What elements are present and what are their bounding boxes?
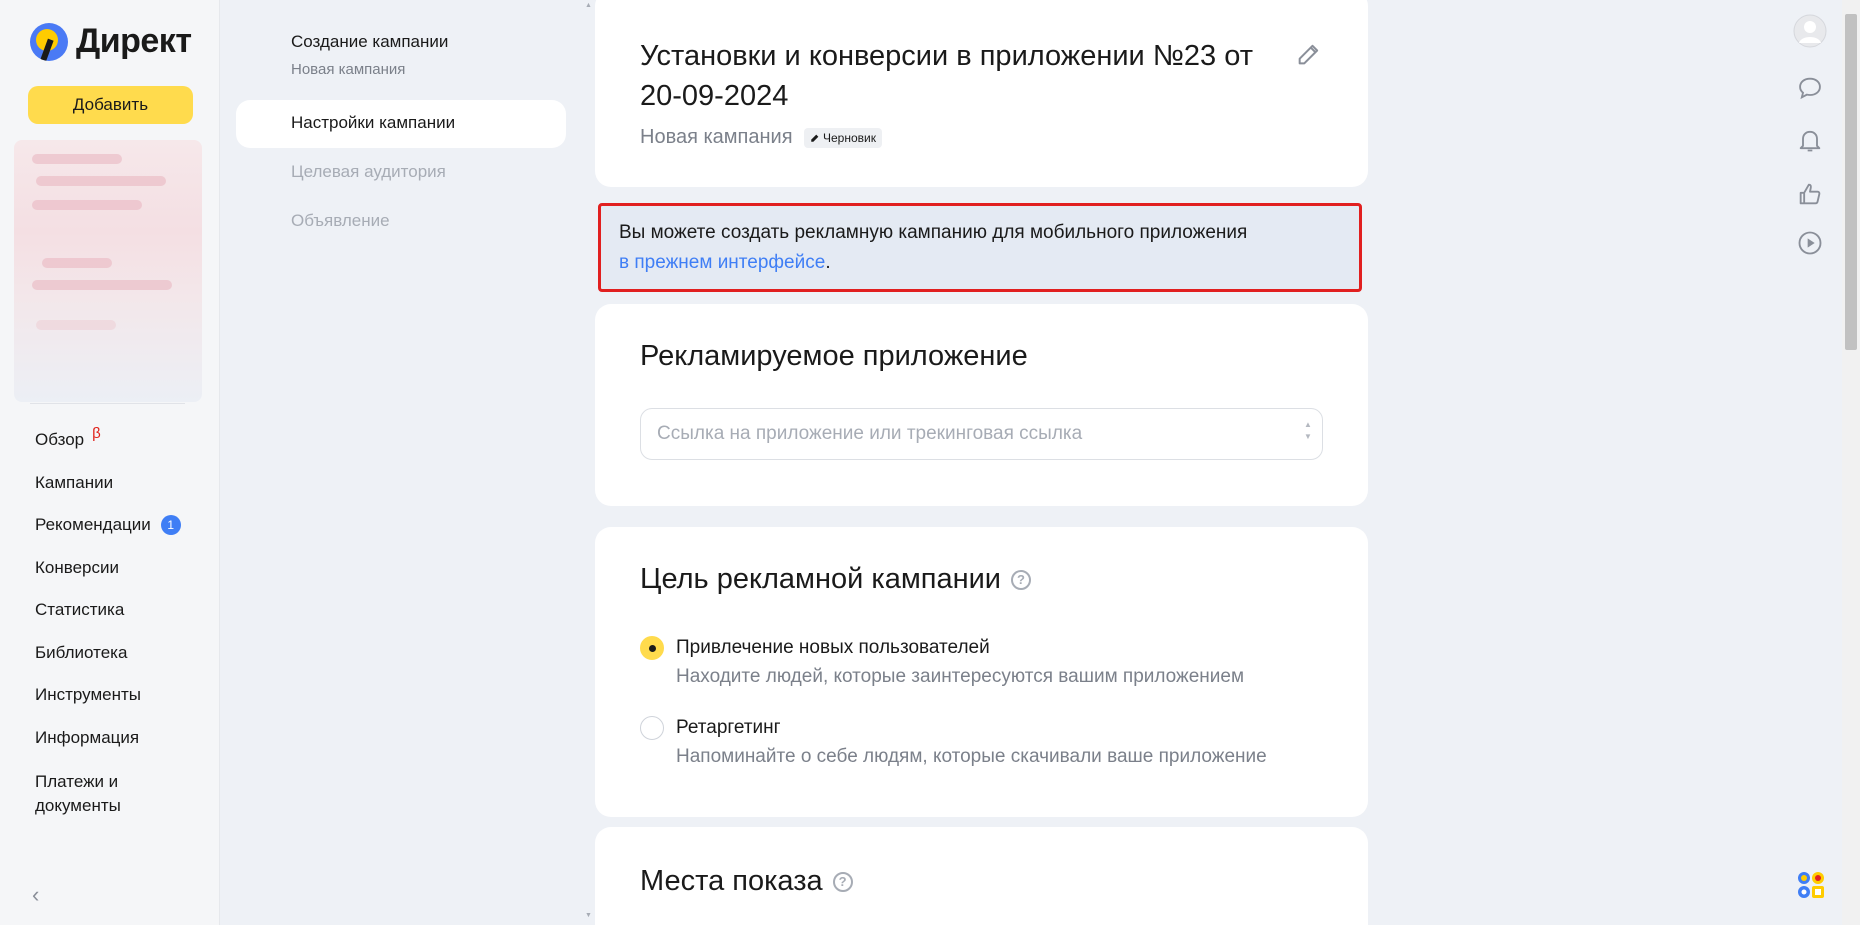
nav-item-label: Рекомендации bbox=[35, 515, 151, 534]
pencil-icon[interactable] bbox=[1295, 40, 1323, 68]
blurred-account-area bbox=[14, 140, 202, 402]
nav-item-overview[interactable]: Обзор β bbox=[35, 425, 181, 471]
places-section-heading: Места показа ? bbox=[640, 865, 853, 898]
section-title: Рекламируемое приложение bbox=[640, 340, 1028, 372]
page-title: Установки и конверсии в приложении №23 о… bbox=[640, 40, 1254, 112]
bell-icon[interactable] bbox=[1796, 126, 1824, 154]
left-sidebar: Директ Добавить Обзор β Кампании Рекомен… bbox=[0, 0, 220, 925]
section-title: Места показа bbox=[640, 865, 823, 897]
draft-label: Черновик bbox=[823, 131, 876, 145]
option-label: Ретаргетинг bbox=[676, 717, 781, 738]
nav-item-conversions[interactable]: Конверсии bbox=[35, 556, 181, 599]
section-title: Цель рекламной кампании bbox=[640, 563, 1001, 595]
nav-item-tools[interactable]: Инструменты bbox=[35, 683, 181, 726]
nav-item-library[interactable]: Библиотека bbox=[35, 641, 181, 684]
thumbs-up-icon[interactable] bbox=[1796, 180, 1824, 208]
radio-unselected-icon[interactable] bbox=[640, 716, 664, 740]
count-badge: 1 bbox=[160, 515, 181, 535]
brand-name: Директ bbox=[76, 22, 192, 60]
collapse-sidebar-icon[interactable]: ‹ bbox=[32, 882, 39, 908]
campaign-header-card: Установки и конверсии в приложении №23 о… bbox=[595, 0, 1368, 187]
app-section-heading: Рекламируемое приложение bbox=[640, 340, 1028, 373]
nav-item-label: Библиотека bbox=[35, 642, 128, 662]
nav-item-label: Кампании bbox=[35, 472, 114, 492]
play-icon[interactable] bbox=[1796, 229, 1824, 257]
old-interface-link[interactable]: в прежнем интерфейсе bbox=[619, 252, 825, 273]
beta-mark: β bbox=[92, 425, 101, 442]
radio-selected-icon[interactable] bbox=[640, 636, 664, 660]
option-description: Находите людей, которые заинтересуются в… bbox=[676, 666, 1245, 687]
nav-item-label: Конверсии bbox=[35, 557, 119, 577]
draft-badge: Черновик bbox=[804, 128, 882, 148]
nav-item-payments[interactable]: Платежи и документы bbox=[35, 768, 155, 818]
step-target-audience[interactable]: Целевая аудитория bbox=[291, 162, 446, 182]
nav-item-statistics[interactable]: Статистика bbox=[35, 598, 181, 641]
nav-item-recommendations[interactable]: Рекомендации 1 bbox=[35, 513, 181, 556]
campaign-status: Новая кампания bbox=[640, 126, 793, 148]
right-rail bbox=[1778, 0, 1842, 925]
chat-icon[interactable] bbox=[1796, 74, 1824, 102]
nav-item-label: Обзор bbox=[35, 430, 85, 449]
scrollbar-thumb[interactable] bbox=[1845, 14, 1857, 350]
old-interface-notice: Вы можете создать рекламную кампанию для… bbox=[598, 203, 1362, 292]
direct-logo-icon bbox=[30, 22, 68, 61]
nav-item-campaigns[interactable]: Кампании bbox=[35, 471, 181, 514]
steps-title: Создание кампании bbox=[291, 32, 449, 51]
add-button[interactable]: Добавить bbox=[28, 86, 193, 124]
nav-item-label: Платежи и документы bbox=[35, 772, 121, 815]
steps-subtitle: Новая кампания bbox=[291, 61, 406, 78]
steps-scrollbar[interactable]: ▲ ▼ bbox=[583, 0, 593, 925]
services-grid-icon[interactable] bbox=[1796, 870, 1826, 900]
app-link-input[interactable] bbox=[640, 408, 1323, 460]
goal-section-heading: Цель рекламной кампании ? bbox=[640, 563, 1031, 596]
nav-item-information[interactable]: Информация bbox=[35, 726, 181, 769]
nav-item-label: Статистика bbox=[35, 600, 125, 619]
app-card: Рекламируемое приложение ▲▼ bbox=[595, 304, 1368, 506]
goal-option-retargeting[interactable]: Ретаргетинг Напоминайте о себе людям, ко… bbox=[640, 714, 1267, 772]
brand-logo[interactable]: Директ bbox=[30, 22, 192, 61]
notice-text: Вы можете создать рекламную кампанию для… bbox=[619, 222, 1248, 243]
step-ad[interactable]: Объявление bbox=[291, 211, 390, 231]
pencil-icon bbox=[811, 134, 819, 142]
places-card: Места показа ? bbox=[595, 827, 1368, 925]
help-icon[interactable]: ? bbox=[832, 871, 853, 892]
notice-suffix: . bbox=[825, 252, 831, 273]
page-scrollbar[interactable] bbox=[1842, 0, 1860, 925]
campaign-steps: Создание кампании Новая кампания Настрой… bbox=[221, 0, 581, 925]
input-spinner-icon: ▲ ▼ bbox=[1304, 420, 1312, 441]
help-icon[interactable]: ? bbox=[1011, 569, 1031, 590]
main-nav: Обзор β Кампании Рекомендации 1 Конверси… bbox=[35, 425, 181, 818]
step-label: Настройки кампании bbox=[291, 113, 456, 132]
goal-option-new-users[interactable]: Привлечение новых пользователей Находите… bbox=[640, 634, 1244, 692]
option-label: Привлечение новых пользователей bbox=[676, 637, 990, 658]
nav-item-label: Информация bbox=[35, 727, 140, 747]
goal-card: Цель рекламной кампании ? Привлечение но… bbox=[595, 527, 1368, 817]
option-description: Напоминайте о себе людям, которые скачив… bbox=[676, 746, 1267, 767]
nav-item-label: Инструменты bbox=[35, 685, 142, 704]
step-campaign-settings[interactable]: Настройки кампании bbox=[236, 100, 566, 148]
sidebar-divider bbox=[30, 403, 185, 404]
avatar-icon[interactable] bbox=[1793, 14, 1827, 48]
